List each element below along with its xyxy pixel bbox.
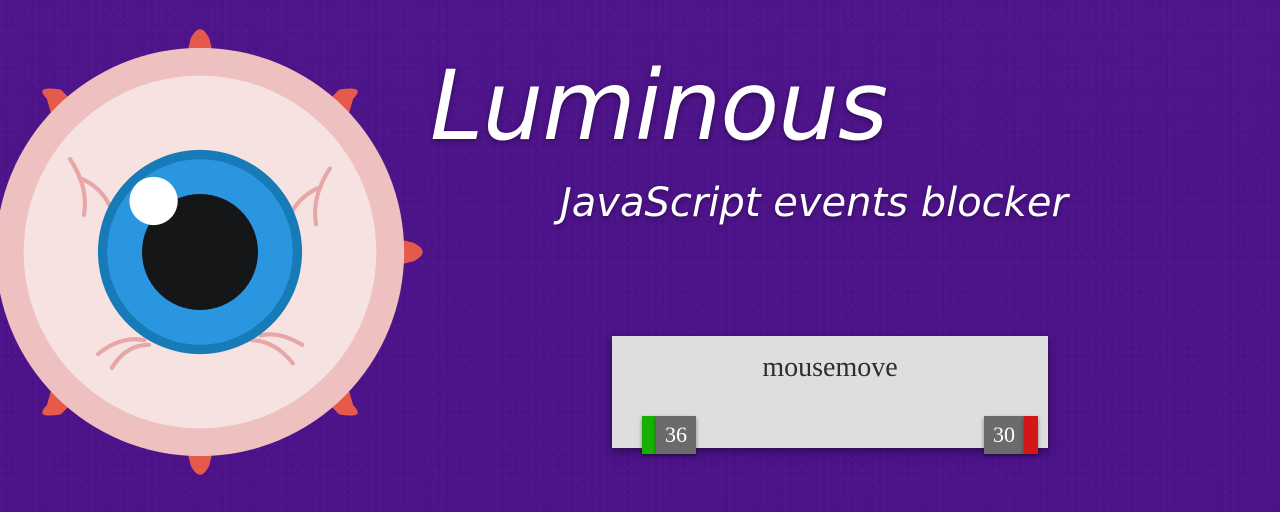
allowed-count-badge[interactable]: 36	[656, 416, 696, 454]
promo-banner: Luminous JavaScript events blocker mouse…	[0, 0, 1280, 512]
event-panel[interactable]: mousemove 36 30	[612, 336, 1048, 448]
event-name-label: mousemove	[612, 336, 1048, 384]
app-title: Luminous	[430, 58, 887, 154]
blocked-count-badge[interactable]: 30	[984, 416, 1024, 454]
allowed-indicator	[642, 416, 656, 454]
blocked-indicator	[1024, 416, 1038, 454]
app-subtitle: JavaScript events blocker	[560, 180, 1068, 226]
eyeball-icon	[0, 20, 432, 484]
